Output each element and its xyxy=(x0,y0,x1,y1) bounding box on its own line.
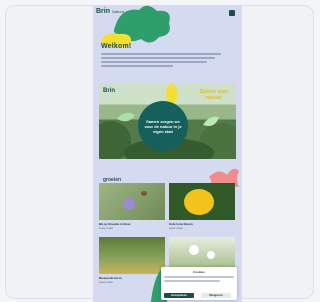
consent-title: Cookies xyxy=(193,270,205,274)
purple-flower xyxy=(123,198,135,210)
tile-photo xyxy=(99,183,165,220)
intro-text-lines xyxy=(101,53,221,69)
white-flower xyxy=(189,245,199,255)
hero-logo: Brin xyxy=(103,88,115,94)
tile-link[interactable]: Lees meer xyxy=(99,226,165,230)
article-tile[interactable]: Bij op Knautia in bloei Lees meer xyxy=(99,183,165,230)
yellow-flower xyxy=(184,189,214,215)
logo-text: Brin xyxy=(96,8,110,15)
consent-accept-button[interactable]: Accepteren xyxy=(164,293,194,298)
hero-banner[interactable]: Brin Samen voor natuur Samen zorgen we v… xyxy=(99,83,236,159)
consent-text-line xyxy=(164,280,220,282)
hero-green-leaf xyxy=(117,112,135,122)
intro-heading: Welkom! xyxy=(101,43,132,50)
logo-subtext: Natuur xyxy=(112,9,125,14)
hero-green-leaf xyxy=(203,116,219,126)
hero-slogan: Samen voor natuur xyxy=(199,89,229,101)
hero-badge: Samen zorgen we voor de natuur in je eig… xyxy=(138,101,188,151)
cookie-consent-dialog[interactable]: Cookies Accepteren Weigeren xyxy=(161,267,237,300)
menu-icon[interactable] xyxy=(229,10,235,16)
bee xyxy=(141,191,147,196)
site-logo[interactable]: Brin Natuur xyxy=(96,8,124,15)
article-tile[interactable]: Gele boterbloem Lees meer xyxy=(169,183,235,230)
tile-photo xyxy=(169,183,235,220)
consent-decline-button[interactable]: Weigeren xyxy=(201,293,231,298)
tile-link[interactable]: Lees meer xyxy=(169,226,235,230)
mobile-page[interactable]: Brin Natuur Welkom! Brin Samen voor natuu… xyxy=(93,5,242,302)
white-flower xyxy=(207,251,215,259)
consent-text-line xyxy=(164,276,234,278)
